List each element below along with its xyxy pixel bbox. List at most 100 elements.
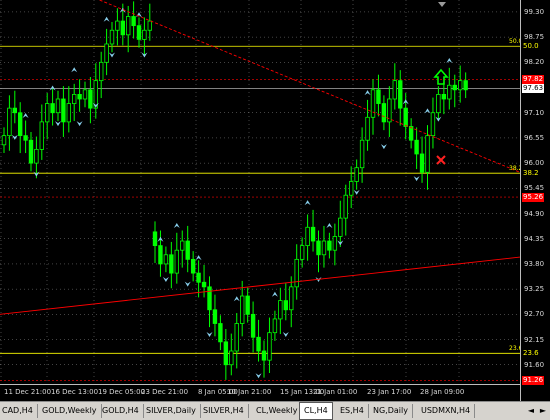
- candle-body: [99, 61, 104, 82]
- candle-body: [88, 89, 93, 109]
- candlestick-chart[interactable]: [0, 0, 520, 384]
- time-tick-label: 23 Jan 17:00: [367, 388, 412, 396]
- candle-body: [163, 254, 169, 265]
- price-tick-label: 93.80: [524, 259, 545, 268]
- price-tick-label: 95.45: [524, 184, 545, 193]
- candle-body: [239, 295, 245, 324]
- chart-tabs-bar: CAD,H4 GOLD,Weekly GOLD,H4 SILVER,Daily SILV…: [0, 401, 550, 420]
- price-tick-label: 98.20: [524, 58, 545, 67]
- candle-body: [403, 107, 408, 127]
- price-tick-label: 93.25: [524, 285, 545, 294]
- candle-body: [120, 20, 125, 36]
- candle-body: [142, 29, 147, 40]
- candle-body: [152, 231, 158, 247]
- candle-body: [343, 194, 348, 219]
- candle-body: [207, 286, 212, 311]
- fractal-down-marker: [162, 276, 169, 282]
- candle-body: [261, 350, 267, 361]
- time-tick-label: 10 Jan 21:00: [227, 388, 272, 396]
- candle-body: [256, 336, 261, 352]
- candle-body: [278, 300, 283, 320]
- candle-body: [267, 332, 272, 361]
- candle-body: [425, 135, 430, 173]
- chart-tab[interactable]: SILVER,H4: [199, 404, 249, 418]
- time-tick-label: 19 Dec 05:00: [98, 388, 146, 396]
- candle-body: [338, 217, 343, 237]
- price-level-tag: 97.63: [522, 83, 545, 93]
- fractal-up-marker: [195, 255, 202, 261]
- candle-body: [327, 240, 332, 251]
- candle-body: [218, 323, 223, 343]
- candle-body: [115, 20, 120, 31]
- candle-body: [392, 80, 397, 100]
- chart-tab[interactable]: GOLD,H4: [98, 404, 144, 418]
- candle-body: [234, 323, 239, 352]
- candle-body: [66, 103, 71, 123]
- chart-tab[interactable]: SILVER,Daily: [142, 404, 201, 418]
- candle-body: [316, 240, 321, 256]
- tab-scroll-right-icon[interactable]: ►: [538, 405, 548, 417]
- candle-body: [294, 258, 299, 288]
- candle-body: [77, 93, 82, 100]
- fractal-up-marker: [446, 58, 453, 64]
- fractal-up-marker: [22, 113, 29, 119]
- tab-scroll-left-icon[interactable]: ◄: [526, 405, 536, 417]
- chart-tab[interactable]: CL,Weekly: [252, 404, 303, 418]
- candle-body: [283, 300, 288, 311]
- candle-body: [158, 245, 163, 265]
- candle-body: [190, 258, 196, 274]
- chart-tab[interactable]: GOLD,Weekly: [38, 404, 102, 418]
- candle-body: [452, 84, 457, 91]
- fib-level-label: 23.6: [509, 345, 520, 353]
- fractal-down-marker: [55, 121, 61, 127]
- fractal-down-marker: [109, 52, 115, 58]
- candle-body: [201, 281, 207, 288]
- price-tick-label: 96.00: [524, 159, 545, 168]
- price-tick-label: 98.75: [524, 33, 545, 42]
- price-level-tag: 50.0: [522, 41, 540, 51]
- price-tick-label: 96.55: [524, 133, 545, 142]
- fractal-up-marker: [364, 90, 371, 96]
- chart-shift-marker: [438, 2, 446, 7]
- fib-level-label: 38.2: [509, 165, 520, 173]
- candle-body: [104, 43, 109, 63]
- chart-tab[interactable]: USDMXN,H4: [417, 404, 476, 418]
- fractal-up-marker: [173, 222, 180, 228]
- fractal-up-marker: [103, 16, 110, 22]
- price-chart-canvas[interactable]: 50.0 38.2 23.6: [0, 0, 520, 384]
- fractal-down-marker: [353, 189, 360, 195]
- time-axis[interactable]: 11 Dec 21:00 16 Dec 13:00 19 Dec 05:00 23 D…: [0, 384, 520, 401]
- candle-body: [34, 148, 39, 164]
- price-tick-label: 94.35: [524, 234, 545, 243]
- fractal-down-marker: [282, 331, 289, 337]
- candle-body: [50, 103, 55, 114]
- candle-body: [45, 103, 50, 123]
- candle-body: [354, 167, 359, 182]
- candle-body: [131, 16, 136, 27]
- candle-body: [332, 236, 338, 251]
- candle-body: [147, 20, 152, 31]
- price-level-tag: 23.6: [522, 348, 540, 358]
- candle-body: [289, 286, 294, 311]
- candle-body: [23, 135, 28, 141]
- candle-body: [212, 309, 218, 324]
- chart-tab[interactable]: CL,H4: [299, 402, 333, 420]
- fib-level-label: 50.0: [509, 38, 520, 46]
- candle-body: [229, 350, 234, 366]
- chart-tab[interactable]: ES,H4: [336, 404, 369, 418]
- candle-body: [17, 112, 23, 137]
- time-tick-label: 11 Dec 21:00: [4, 388, 52, 396]
- fractal-up-marker: [326, 222, 333, 228]
- candle-body: [359, 139, 365, 169]
- candle-body: [430, 112, 436, 137]
- chart-tab[interactable]: NG,Daily: [369, 404, 413, 418]
- candle-body: [61, 98, 66, 123]
- candle-body: [408, 126, 414, 141]
- candle-body: [398, 80, 403, 109]
- candle-body: [55, 98, 61, 114]
- price-axis[interactable]: 99.30 98.75 98.20 97.10 96.55 96.00 95.45 94.90…: [520, 0, 550, 401]
- candle-body: [223, 341, 229, 366]
- candle-body: [12, 107, 17, 114]
- price-tick-label: 97.10: [524, 108, 545, 117]
- chart-tab[interactable]: CAD,H4: [0, 404, 38, 418]
